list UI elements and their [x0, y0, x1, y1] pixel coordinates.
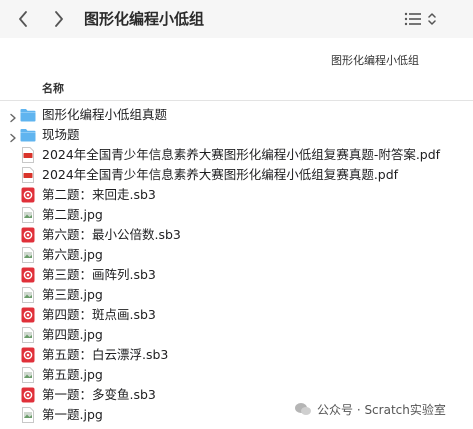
forward-button[interactable] [50, 9, 68, 29]
item-name: 第四题：斑点画.sb3 [42, 307, 156, 322]
pdf-file-icon [20, 167, 36, 183]
disclosure-triangle-icon[interactable] [9, 110, 17, 123]
file-row[interactable]: 第四题.jpg [0, 325, 473, 345]
image-file-icon [20, 407, 36, 423]
folder-icon [20, 127, 36, 143]
file-row[interactable]: 第四题：斑点画.sb3 [0, 305, 473, 325]
chevron-right-icon [55, 11, 63, 27]
wechat-icon [295, 403, 311, 415]
file-row[interactable]: 第二题.jpg [0, 205, 473, 225]
image-file-icon [20, 367, 36, 383]
image-file-icon [20, 287, 36, 303]
item-name: 第一题.jpg [42, 407, 103, 422]
item-name: 图形化编程小低组真题 [42, 107, 168, 122]
image-file-icon [20, 327, 36, 343]
folder-row[interactable]: 现场题 [0, 125, 473, 145]
image-file-icon [20, 207, 36, 223]
path-bar: 图形化编程小低组 [0, 38, 473, 76]
item-name: 第三题：画阵列.sb3 [42, 267, 156, 282]
file-row[interactable]: 第三题：画阵列.sb3 [0, 265, 473, 285]
path-label: 图形化编程小低组 [331, 54, 419, 67]
window-title: 图形化编程小低组 [84, 10, 205, 28]
item-name: 第五题：白云漂浮.sb3 [42, 347, 169, 362]
item-name: 第六题：最小公倍数.sb3 [42, 227, 181, 242]
scratch-file-icon [20, 267, 36, 283]
item-name: 第二题：来回走.sb3 [42, 187, 156, 202]
view-options-button[interactable] [404, 10, 444, 28]
file-row[interactable]: 第二题：来回走.sb3 [0, 185, 473, 205]
chevron-left-icon [19, 11, 27, 27]
item-name: 2024年全国青少年信息素养大赛图形化编程小低组复赛真题.pdf [42, 167, 399, 182]
file-row[interactable]: 2024年全国青少年信息素养大赛图形化编程小低组复赛真题-附答案.pdf [0, 145, 473, 165]
item-name: 第五题.jpg [42, 367, 103, 382]
file-row[interactable]: 第五题：白云漂浮.sb3 [0, 345, 473, 365]
scratch-file-icon [20, 307, 36, 323]
column-name-header[interactable]: 名称 [42, 80, 64, 96]
chevron-updown-icon [428, 13, 436, 25]
file-row[interactable]: 2024年全国青少年信息素养大赛图形化编程小低组复赛真题.pdf [0, 165, 473, 185]
folder-icon [20, 107, 36, 123]
scratch-file-icon [20, 387, 36, 403]
item-name: 第二题.jpg [42, 207, 103, 222]
scratch-file-icon [20, 187, 36, 203]
disclosure-triangle-icon[interactable] [9, 130, 17, 143]
item-name: 第六题.jpg [42, 247, 103, 262]
list-view-icon [404, 12, 421, 26]
file-row[interactable]: 第六题.jpg [0, 245, 473, 265]
item-name: 第一题：多变鱼.sb3 [42, 387, 156, 402]
watermark: 公众号 · Scratch实验室 [290, 398, 450, 420]
folder-row[interactable]: 图形化编程小低组真题 [0, 105, 473, 125]
scratch-file-icon [20, 227, 36, 243]
item-name: 2024年全国青少年信息素养大赛图形化编程小低组复赛真题-附答案.pdf [42, 147, 441, 162]
scratch-file-icon [20, 347, 36, 363]
item-name: 第四题.jpg [42, 327, 103, 342]
file-row[interactable]: 第五题.jpg [0, 365, 473, 385]
toolbar: 图形化编程小低组 [0, 0, 473, 38]
back-button[interactable] [14, 9, 32, 29]
item-name: 现场题 [42, 127, 80, 142]
item-name: 第三题.jpg [42, 287, 103, 302]
watermark-text: 公众号 · Scratch实验室 [317, 402, 446, 417]
image-file-icon [20, 247, 36, 263]
file-row[interactable]: 第三题.jpg [0, 285, 473, 305]
file-row[interactable]: 第六题：最小公倍数.sb3 [0, 225, 473, 245]
pdf-file-icon [20, 147, 36, 163]
column-header: 名称 [0, 76, 473, 101]
file-list: 图形化编程小低组真题 现场题 2024年全国青少年信息素养大赛图形化编程小低组复赛真… [0, 105, 473, 425]
